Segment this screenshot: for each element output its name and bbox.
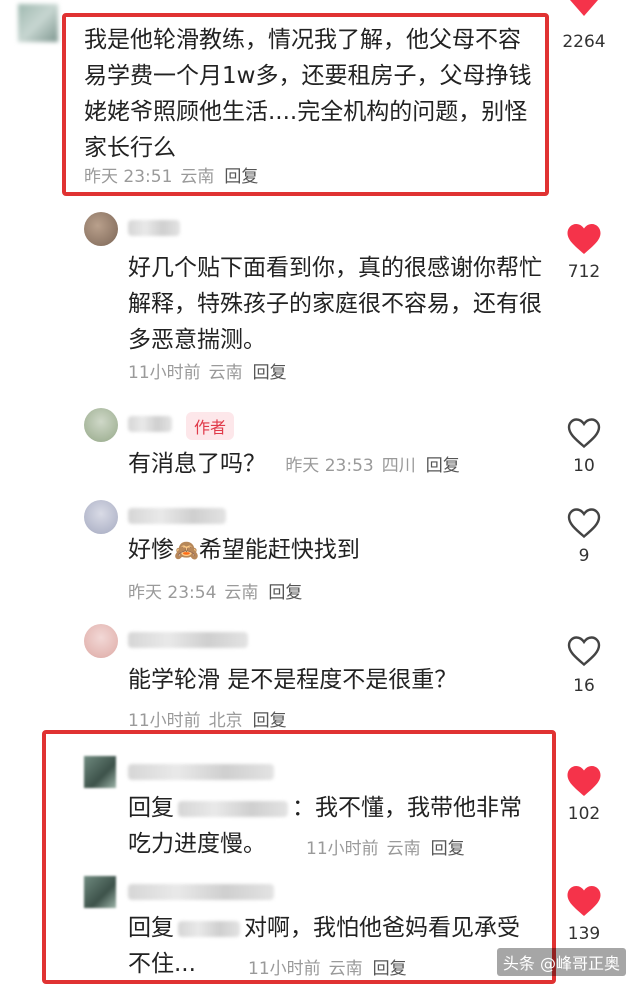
comment-meta: 11小时前 云南 回复 [306, 834, 465, 859]
avatar[interactable] [84, 408, 118, 442]
username-blurred[interactable] [128, 884, 274, 900]
emoji: 🙈 [174, 538, 199, 562]
username-blurred[interactable] [128, 508, 226, 524]
heart-filled-icon[interactable] [566, 764, 602, 798]
like-count: 10 [573, 456, 595, 476]
comment-location: 北京 [208, 711, 243, 731]
heart-filled-icon[interactable] [566, 884, 602, 918]
comment-time: 11小时前 [128, 711, 201, 731]
heart-outline-icon[interactable] [566, 416, 602, 450]
comment-meta: 11小时前 云南 回复 [128, 358, 287, 383]
avatar[interactable] [84, 756, 116, 788]
comment-text: 能学轮滑 是不是程度不是很重？ [128, 667, 458, 693]
like-count: 2264 [562, 32, 606, 52]
heart-filled-icon[interactable] [566, 0, 602, 18]
username-blurred[interactable] [128, 220, 180, 236]
comment-location: 云南 [208, 363, 243, 383]
reply-target-blurred[interactable] [178, 801, 288, 817]
avatar[interactable] [84, 212, 118, 246]
comment-location: 云南 [328, 959, 363, 979]
comment-meta: 11小时前 云南 回复 [248, 954, 407, 979]
reply-button[interactable]: 回复 [224, 167, 258, 187]
comment-body: 有消息了吗？ [128, 451, 266, 477]
reply-button[interactable]: 回复 [268, 583, 302, 603]
comment-meta: 昨天 23:53 四川 回复 [285, 456, 459, 476]
comment-time: 昨天 23:51 [84, 167, 173, 187]
like-count: 712 [567, 262, 601, 282]
heart-filled-icon[interactable] [566, 222, 602, 256]
comment-location: 云南 [386, 839, 421, 859]
username-blurred[interactable] [128, 764, 274, 780]
like-count: 16 [573, 676, 595, 696]
comment-text: 有消息了吗？ 昨天 23:53 四川 回复 [128, 446, 568, 484]
comment-text: 好几个贴下面看到你，真的很感谢你帮忙解释，特殊孩子的家庭很不容易，还有很多恶意揣… [128, 255, 542, 353]
watermark: 头条 @峰哥正奥 [496, 948, 626, 976]
comment-location: 云南 [224, 583, 259, 603]
username-blurred[interactable] [128, 632, 248, 648]
comment-time: 11小时前 [306, 839, 379, 859]
reply-button[interactable]: 回复 [431, 839, 465, 859]
heart-outline-icon[interactable] [566, 634, 602, 668]
reply-button[interactable]: 回复 [373, 959, 407, 979]
comment-location: 四川 [381, 456, 416, 476]
comment-meta: 昨天 23:51 云南 回复 [84, 162, 258, 187]
comment-meta: 昨天 23:54 云南 回复 [128, 578, 302, 603]
like-count: 139 [567, 924, 601, 944]
comment-meta: 11小时前 北京 回复 [128, 706, 287, 731]
like-count: 102 [567, 804, 601, 824]
reply-prefix: 回复 [128, 795, 174, 821]
avatar[interactable] [84, 876, 116, 908]
comment-text: 我是他轮滑教练，情况我了解，他父母不容易学费一个月1w多，还要租房子，父母挣钱姥… [84, 27, 532, 161]
reply-button[interactable]: 回复 [426, 456, 460, 476]
comment-time: 昨天 23:54 [128, 583, 217, 603]
reply-button[interactable]: 回复 [253, 363, 287, 383]
comment-body: 好惨 [128, 537, 174, 563]
comment-time: 11小时前 [128, 363, 201, 383]
avatar[interactable] [18, 4, 58, 42]
heart-outline-icon[interactable] [566, 506, 602, 540]
reply-button[interactable]: 回复 [253, 711, 287, 731]
comment-time: 11小时前 [248, 959, 321, 979]
comment-location: 云南 [180, 167, 215, 187]
comment-body: 希望能赶快找到 [198, 537, 360, 563]
comment-text: 好惨🙈希望能赶快找到 [128, 532, 548, 568]
reply-prefix: 回复 [128, 915, 174, 941]
like-count: 9 [578, 546, 590, 566]
avatar[interactable] [84, 500, 118, 534]
avatar[interactable] [84, 624, 118, 658]
reply-target-blurred[interactable] [178, 921, 240, 937]
comment-time: 昨天 23:53 [285, 456, 374, 476]
username-blurred[interactable] [128, 416, 172, 432]
author-tag: 作者 [186, 412, 235, 440]
